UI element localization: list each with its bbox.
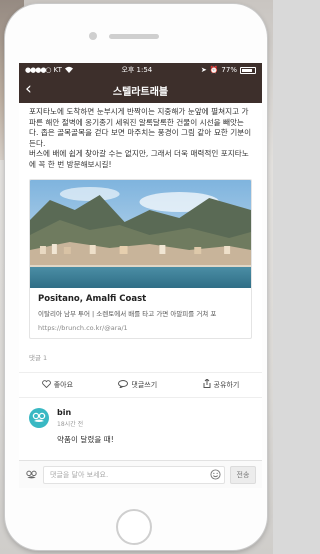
front-camera <box>89 32 97 40</box>
smiley-icon[interactable] <box>210 468 221 482</box>
share-label: 공유하기 <box>213 380 240 389</box>
post-paragraph: 버스에 배에 쉽게 찾아갈 수는 없지만, 그래서 더욱 매력적인 포지타노에 … <box>29 149 249 169</box>
share-button[interactable]: 공유하기 <box>203 378 240 390</box>
battery-percent: 77% <box>221 66 237 74</box>
link-preview-body: Positano, Amalfi Coast 이탈리아 남부 투어 | 소렌토에… <box>30 288 251 338</box>
post-paragraph: 포지타노에 도착하면 눈부시게 반짝이는 지중해가 눈앞에 펼쳐지고 가파른 해… <box>29 107 252 148</box>
comment-label: 댓글쓰기 <box>131 380 158 389</box>
chevron-left-icon[interactable]: ‹ <box>25 80 32 98</box>
speech-bubble-icon <box>118 379 129 390</box>
heart-icon <box>41 379 51 390</box>
comment-placeholder: 댓글을 달아 보세요. <box>50 470 109 479</box>
comment-text: 약품이 달렸을 때! <box>57 434 114 444</box>
send-button[interactable]: 전송 <box>230 465 256 484</box>
glasses-mustache-icon <box>25 465 38 484</box>
carrier: KT <box>53 66 62 74</box>
speaker <box>109 34 159 39</box>
action-bar: 좋아요 댓글쓰기 공유하기 <box>19 371 262 398</box>
link-title: Positano, Amalfi Coast <box>38 293 147 304</box>
comment-content: bin 18시간 전 약품이 달렸을 때! <box>57 408 114 445</box>
comment-input[interactable]: 댓글을 달아 보세요. <box>43 465 225 484</box>
link-description: 이탈리아 남부 투어 | 소렌토에서 배를 타고 가면 아말피를 거쳐 포 <box>38 309 217 318</box>
post-body: 포지타노에 도착하면 눈부시게 반짝이는 지중해가 눈앞에 펼쳐지고 가파른 해… <box>19 103 262 171</box>
comment-button[interactable]: 댓글쓰기 <box>118 379 158 390</box>
glasses-mustache-icon <box>32 412 46 422</box>
comment-author[interactable]: bin <box>57 408 114 417</box>
nav-bar: ‹ 스텔라트래블 <box>19 77 262 103</box>
location-icon: ➤ <box>200 66 207 74</box>
app-screen: ●●●●○ KT 오후 1:54 ➤ ⏰ 77% ‹ 스텔라트래블 포지타노에 … <box>19 63 262 488</box>
share-icon <box>203 378 211 390</box>
comment-time: 18시간 전 <box>57 420 84 428</box>
home-button[interactable] <box>116 509 152 545</box>
wifi-icon <box>64 66 73 75</box>
comment-item: bin 18시간 전 약품이 달렸을 때! <box>19 398 262 445</box>
clock: 오후 1:54 <box>121 66 153 74</box>
page-title: 스텔라트래블 <box>112 86 169 98</box>
battery-icon <box>239 66 256 74</box>
link-url: https://brunch.co.kr/@ara/1 <box>38 323 128 332</box>
signal-icon: ●●●●○ <box>25 66 52 74</box>
comment-input-bar: 댓글을 달아 보세요. 전송 <box>19 460 262 488</box>
like-label: 좋아요 <box>53 380 74 389</box>
avatar[interactable] <box>29 407 49 428</box>
like-button[interactable]: 좋아요 <box>41 379 74 390</box>
link-preview-image <box>30 179 251 288</box>
comment-count: 댓글 1 <box>29 353 48 362</box>
alarm-icon: ⏰ <box>209 66 219 74</box>
link-preview-card[interactable]: Positano, Amalfi Coast 이탈리아 남부 투어 | 소렌토에… <box>29 178 252 339</box>
status-bar: ●●●●○ KT 오후 1:54 ➤ ⏰ 77% <box>19 63 262 77</box>
